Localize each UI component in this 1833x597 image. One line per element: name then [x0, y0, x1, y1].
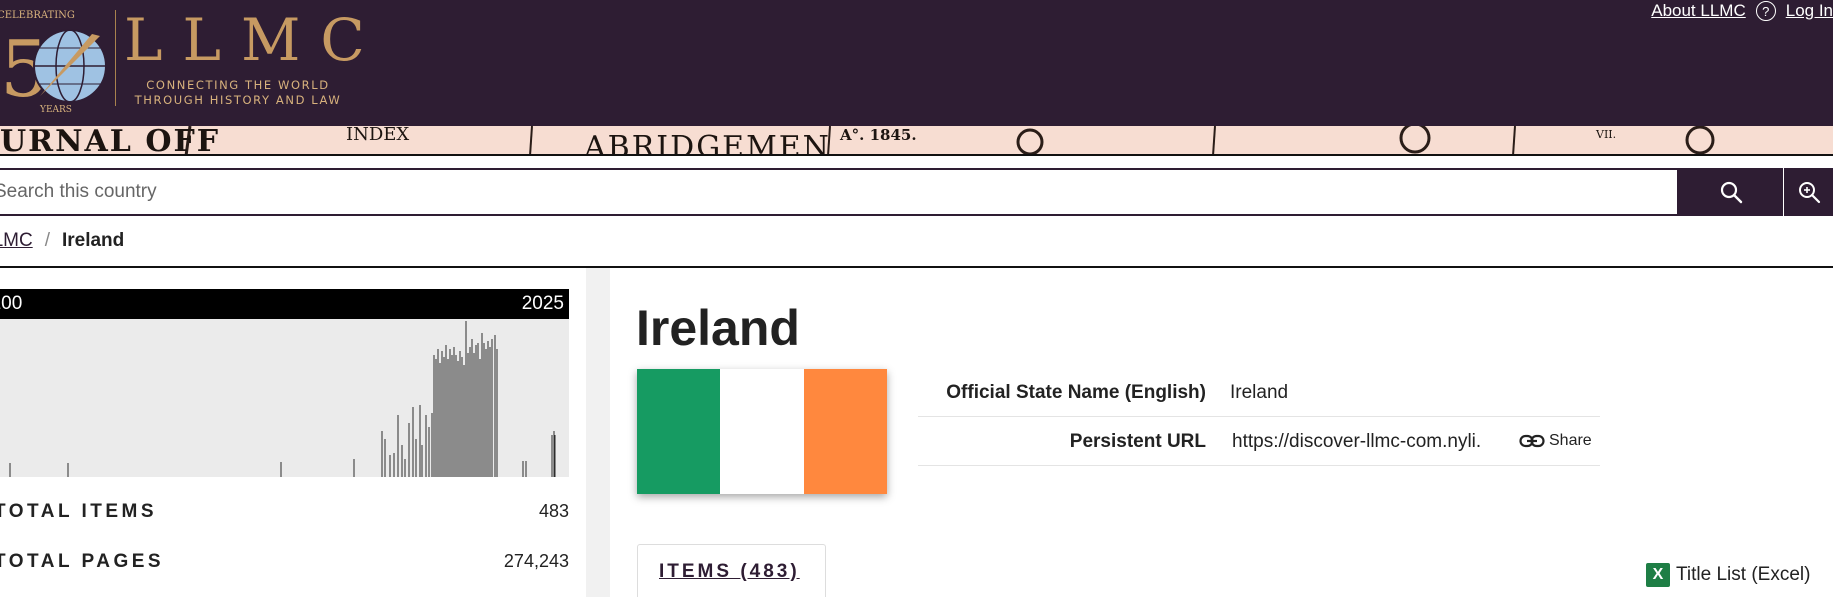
info-label: Persistent URL: [1069, 431, 1206, 452]
page-title: Ireland: [636, 300, 800, 356]
question-circle-icon[interactable]: ?: [1755, 1, 1776, 21]
advanced-search-button[interactable]: [1784, 168, 1833, 216]
timeline-start-label: 1200: [0, 293, 23, 314]
logo-tagline: CONNECTING THE WORLD THROUGH HISTORY AND…: [118, 78, 358, 108]
flag-stripe-green: [637, 369, 721, 494]
breadcrumb-current: Ireland: [61, 230, 125, 251]
banner-snippet-3: ABRIDGEMEN: [584, 130, 831, 156]
about-link[interactable]: About LLMC: [1651, 1, 1746, 21]
total-items-value: 483: [538, 501, 569, 521]
panel-gutter: [586, 268, 610, 597]
tab-items-label: ITEMS (483): [659, 561, 800, 582]
info-value: Ireland: [1230, 382, 1289, 403]
top-links: About LLMC ? Log In: [1651, 0, 1833, 22]
share-label: Share: [1549, 432, 1592, 449]
advanced-search-icon: [1798, 182, 1820, 204]
total-items-label: TOTAL ITEMS: [0, 501, 158, 522]
persistent-url-value[interactable]: https://discover-llmc-com.nyli.: [1232, 431, 1481, 453]
breadcrumb-root-link[interactable]: LLMC: [0, 230, 33, 252]
link-icon: [1519, 434, 1545, 448]
excel-title-list-link[interactable]: X Title List (Excel): [1646, 563, 1810, 587]
breadcrumb: LLMC / Ireland: [0, 229, 124, 253]
search-icon: [1720, 181, 1743, 204]
search-button[interactable]: [1679, 168, 1783, 216]
banner-snippet-2: INDEX: [346, 126, 410, 145]
anniversary-logo[interactable]: CELEBRATING 50 YEARS: [0, 4, 112, 116]
publication-timeline-histogram[interactable]: [0, 319, 569, 477]
flag-stripe-orange: [803, 369, 887, 494]
timeline-range-bar: 1200 2025: [0, 289, 569, 319]
logo-badge-top-text: CELEBRATING: [0, 10, 75, 21]
search-input[interactable]: [0, 168, 1679, 216]
country-flag: [637, 369, 887, 494]
share-button[interactable]: Share: [1519, 432, 1592, 450]
total-items-stat: TOTAL ITEMS 483: [0, 497, 569, 527]
excel-icon: X: [1646, 563, 1670, 587]
timeline-end-label: 2025: [521, 293, 564, 314]
histogram-bars: [9, 321, 556, 477]
country-info-table: Official State Name (English) Ireland Pe…: [918, 368, 1600, 466]
login-link[interactable]: Log In: [1786, 1, 1833, 21]
breadcrumb-separator: /: [44, 230, 50, 251]
site-header: CELEBRATING 50 YEARS LLMC CONNECTING THE…: [0, 0, 1833, 126]
logo-tagline-line-1: CONNECTING THE WORLD: [146, 78, 330, 92]
info-row-official-name: Official State Name (English) Ireland: [918, 368, 1600, 417]
logo-badge-bottom-text: YEARS: [39, 105, 72, 115]
excel-title-list-label: Title List (Excel): [1676, 564, 1811, 585]
logo-divider: [115, 10, 116, 106]
info-label: Official State Name (English): [946, 382, 1206, 403]
info-row-persistent-url: Persistent URL https://discover-llmc-com…: [918, 417, 1600, 466]
total-pages-stat: TOTAL PAGES 274,243: [0, 547, 569, 577]
country-search: [0, 168, 1833, 216]
banner-snippet-1: URNAL OFF: [0, 126, 221, 156]
tab-items[interactable]: ITEMS (483): [637, 544, 826, 597]
total-pages-label: TOTAL PAGES: [0, 551, 165, 572]
decorative-banner: URNAL OFF INDEX ABRIDGEMEN A°. 1845. VII…: [0, 126, 1833, 156]
total-pages-value: 274,243: [503, 551, 569, 571]
logo-tagline-line-2: THROUGH HISTORY AND LAW: [134, 93, 342, 107]
banner-snippet-5: VII.: [1596, 128, 1617, 141]
flag-stripe-white: [720, 369, 804, 494]
llmc-wordmark[interactable]: LLMC: [124, 6, 385, 74]
banner-snippet-4: A°. 1845.: [840, 126, 917, 144]
